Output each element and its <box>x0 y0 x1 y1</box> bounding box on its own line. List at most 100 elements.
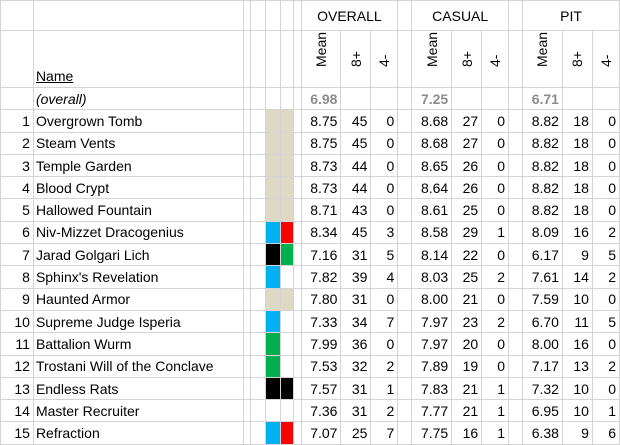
casual-4minus-value[interactable]: 0 <box>481 153 510 178</box>
pit-mean-value[interactable]: 8.82 <box>522 176 563 200</box>
casual-4minus-value[interactable]: 2 <box>481 265 510 289</box>
row-number[interactable]: 6 <box>0 220 34 245</box>
overall-mean-header[interactable]: Mean <box>300 30 342 88</box>
overall-8plus-header[interactable]: 8+ <box>340 30 372 88</box>
casual-mean-value[interactable]: 7.25 <box>411 86 453 111</box>
cell[interactable] <box>508 109 524 133</box>
overall-mean-value[interactable]: 8.73 <box>300 153 342 178</box>
cell[interactable] <box>292 399 302 423</box>
color-swatch-1[interactable] <box>264 131 281 155</box>
color-swatch-1[interactable] <box>264 176 281 200</box>
casual-8plus-value[interactable]: 25 <box>451 265 483 289</box>
cell[interactable] <box>397 309 413 334</box>
casual-8plus-value[interactable]: 29 <box>451 220 483 245</box>
overall-8plus-value[interactable]: 34 <box>340 309 372 334</box>
overall-8plus-value[interactable]: 25 <box>340 421 372 445</box>
cell[interactable] <box>249 0 266 31</box>
cell[interactable] <box>397 376 413 401</box>
overall-mean-value[interactable]: 7.82 <box>300 265 342 289</box>
color-swatch-1[interactable] <box>264 287 281 311</box>
pit-4minus-value[interactable]: 0 <box>591 287 620 311</box>
cell[interactable] <box>292 198 302 222</box>
overall-8plus-value[interactable]: 31 <box>340 399 372 423</box>
overall-4minus-value[interactable]: 2 <box>370 399 399 423</box>
color-swatch-1[interactable] <box>264 354 281 378</box>
cell[interactable] <box>242 243 251 267</box>
cell[interactable] <box>292 243 302 267</box>
casual-8plus-value[interactable]: 21 <box>451 376 483 401</box>
cell[interactable] <box>508 0 524 31</box>
card-name[interactable]: Refraction <box>32 421 244 445</box>
overall-mean-value[interactable]: 7.07 <box>300 421 342 445</box>
color-swatch-2[interactable] <box>279 198 294 222</box>
pit-mean-value[interactable]: 6.71 <box>522 86 563 111</box>
overall-mean-value[interactable]: 7.99 <box>300 332 342 356</box>
pit-8plus-value[interactable]: 18 <box>561 153 593 178</box>
card-name[interactable]: Master Recruiter <box>32 399 244 423</box>
card-name[interactable]: Niv-Mizzet Dracogenius <box>32 220 244 245</box>
cell[interactable] <box>249 421 266 445</box>
color-swatch-2[interactable] <box>279 399 294 423</box>
casual-4minus-value[interactable]: 2 <box>481 309 510 334</box>
pit-mean-value[interactable]: 6.95 <box>522 399 563 423</box>
casual-8plus-value[interactable]: 26 <box>451 153 483 178</box>
row-number[interactable]: 13 <box>0 376 34 401</box>
color-swatch-2[interactable] <box>279 309 294 334</box>
overall-4minus-value[interactable]: 0 <box>370 287 399 311</box>
cell[interactable] <box>481 86 510 111</box>
casual-8plus-value[interactable]: 26 <box>451 176 483 200</box>
casual-8plus-value[interactable]: 21 <box>451 287 483 311</box>
card-name[interactable]: Overgrown Tomb <box>32 109 244 133</box>
cell[interactable] <box>508 354 524 378</box>
row-number[interactable]: 5 <box>0 198 34 222</box>
group-pit-header[interactable]: PIT <box>522 0 620 31</box>
pit-mean-value[interactable]: 6.38 <box>522 421 563 445</box>
pit-8plus-value[interactable]: 13 <box>561 354 593 378</box>
cell[interactable] <box>340 86 372 111</box>
casual-8plus-value[interactable]: 22 <box>451 243 483 267</box>
color-swatch-2[interactable] <box>279 220 294 245</box>
pit-8plus-value[interactable]: 18 <box>561 176 593 200</box>
pit-8plus-value[interactable]: 16 <box>561 220 593 245</box>
cell[interactable] <box>508 376 524 401</box>
cell[interactable] <box>249 86 266 111</box>
pit-mean-value[interactable]: 8.82 <box>522 109 563 133</box>
pit-4minus-value[interactable]: 6 <box>591 421 620 445</box>
cell[interactable] <box>242 131 251 155</box>
pit-8plus-value[interactable]: 9 <box>561 421 593 445</box>
cell[interactable] <box>249 198 266 222</box>
overall-4minus-value[interactable]: 7 <box>370 309 399 334</box>
casual-4minus-value[interactable]: 0 <box>481 332 510 356</box>
row-number[interactable]: 1 <box>0 109 34 133</box>
overall-4minus-value[interactable]: 0 <box>370 109 399 133</box>
overall-4minus-value[interactable]: 0 <box>370 176 399 200</box>
color-swatch-1[interactable] <box>264 243 281 267</box>
pit-8plus-value[interactable]: 16 <box>561 332 593 356</box>
overall-4minus-value[interactable]: 7 <box>370 421 399 445</box>
card-name[interactable]: Trostani Will of the Conclave <box>32 354 244 378</box>
color-swatch-1[interactable] <box>264 421 281 445</box>
pit-mean-value[interactable]: 7.59 <box>522 287 563 311</box>
cell[interactable] <box>279 30 294 88</box>
pit-mean-value[interactable]: 8.00 <box>522 332 563 356</box>
casual-4minus-value[interactable]: 1 <box>481 376 510 401</box>
cell[interactable] <box>508 421 524 445</box>
casual-4minus-value[interactable]: 1 <box>481 220 510 245</box>
color-swatch-1[interactable] <box>264 376 281 401</box>
cell[interactable] <box>264 30 281 88</box>
casual-4minus-value[interactable]: 0 <box>481 354 510 378</box>
casual-mean-value[interactable]: 8.68 <box>411 131 453 155</box>
pit-mean-value[interactable]: 7.61 <box>522 265 563 289</box>
overall-4minus-value[interactable]: 0 <box>370 198 399 222</box>
cell[interactable] <box>397 176 413 200</box>
cell[interactable] <box>370 86 399 111</box>
overall-mean-value[interactable]: 8.34 <box>300 220 342 245</box>
cell[interactable] <box>249 376 266 401</box>
color-swatch-1[interactable] <box>264 153 281 178</box>
overall-mean-value[interactable]: 6.98 <box>300 86 342 111</box>
card-name[interactable]: Jarad Golgari Lich <box>32 243 244 267</box>
row-number[interactable]: 12 <box>0 354 34 378</box>
cell[interactable] <box>249 109 266 133</box>
cell[interactable] <box>397 399 413 423</box>
cell[interactable] <box>508 176 524 200</box>
